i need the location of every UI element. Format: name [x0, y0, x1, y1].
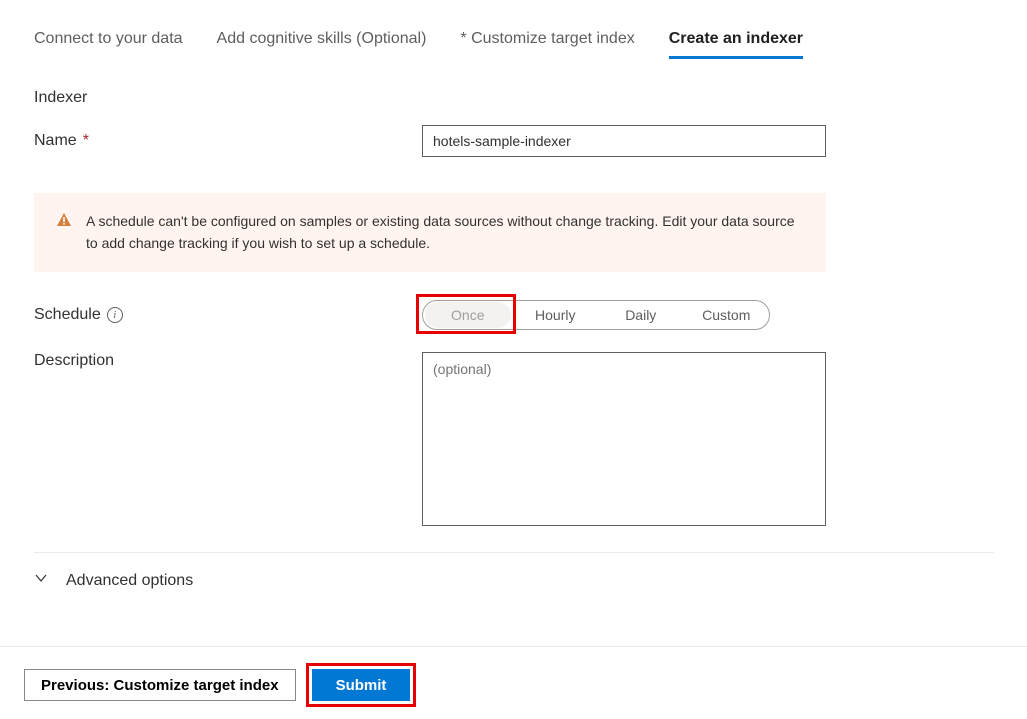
schedule-warning-banner: A schedule can't be configured on sample…: [34, 193, 826, 272]
schedule-label: Schedule i: [34, 306, 422, 324]
schedule-segmented-control: Once Hourly Daily Custom: [422, 300, 770, 330]
indexer-form: Indexer Name * A schedule can't be confi…: [0, 59, 1027, 590]
submit-button[interactable]: Submit: [312, 669, 411, 701]
schedule-option-custom[interactable]: Custom: [684, 301, 770, 329]
description-label: Description: [34, 352, 422, 370]
name-label-text: Name: [34, 132, 77, 150]
schedule-label-text: Schedule: [34, 306, 101, 324]
tab-connect-data[interactable]: Connect to your data: [34, 30, 183, 59]
schedule-option-daily[interactable]: Daily: [598, 301, 684, 329]
schedule-option-once[interactable]: Once: [425, 302, 511, 328]
description-input[interactable]: [422, 352, 826, 526]
required-asterisk: *: [83, 132, 89, 150]
chevron-down-icon: [34, 571, 48, 590]
warning-text: A schedule can't be configured on sample…: [86, 211, 804, 254]
info-icon[interactable]: i: [107, 307, 123, 323]
name-row: Name *: [34, 125, 993, 157]
tab-customize-index[interactable]: * Customize target index: [460, 30, 634, 59]
wizard-footer: Previous: Customize target index Submit: [0, 646, 1027, 707]
description-row: Description: [34, 352, 993, 526]
name-input[interactable]: [422, 125, 826, 157]
advanced-options-label: Advanced options: [66, 572, 193, 590]
schedule-row: Schedule i Once Hourly Daily Custom: [34, 300, 993, 330]
warning-icon: [56, 212, 72, 231]
tab-create-indexer[interactable]: Create an indexer: [669, 30, 803, 59]
tab-cognitive-skills[interactable]: Add cognitive skills (Optional): [217, 30, 427, 59]
advanced-options-toggle[interactable]: Advanced options: [34, 552, 994, 590]
schedule-option-hourly[interactable]: Hourly: [513, 301, 599, 329]
section-heading: Indexer: [34, 89, 993, 107]
name-label: Name *: [34, 132, 422, 150]
highlight-submit: Submit: [306, 663, 417, 707]
wizard-tabs: Connect to your data Add cognitive skill…: [0, 0, 1027, 59]
previous-button[interactable]: Previous: Customize target index: [24, 669, 296, 701]
